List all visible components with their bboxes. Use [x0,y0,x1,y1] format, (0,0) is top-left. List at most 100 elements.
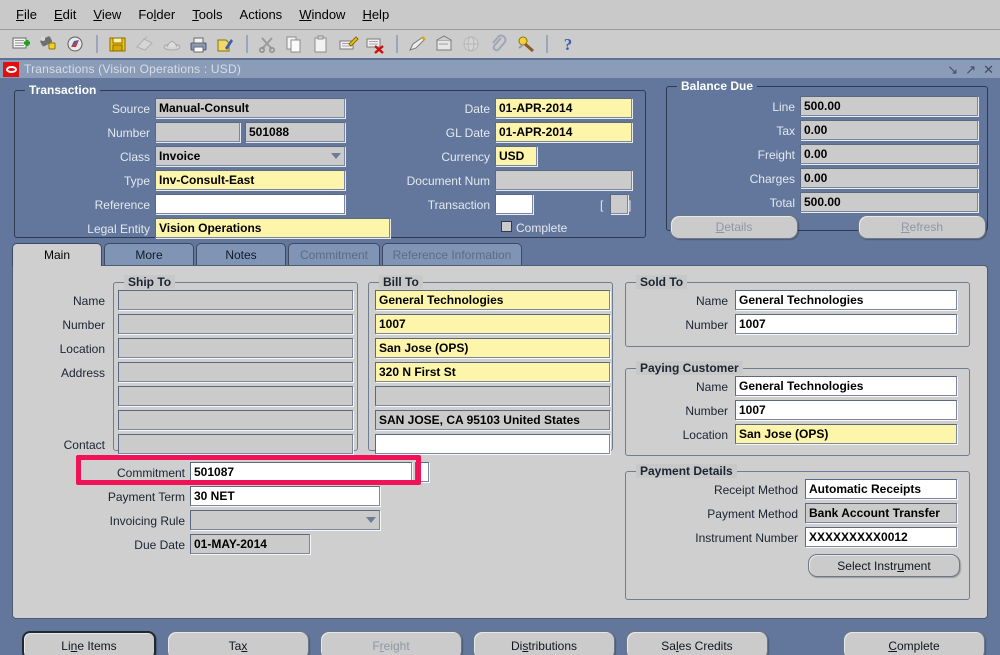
balance-freight-field[interactable]: 0.00 [800,144,978,164]
tab-main[interactable]: Main [12,243,102,266]
document-num-field[interactable] [495,170,632,190]
window-title: Transactions (Vision Operations : USD) [24,62,242,76]
edit-field-icon[interactable] [406,32,430,56]
date-field[interactable]: 01-APR-2014 [495,98,632,118]
number-field[interactable]: 501088 [245,122,345,142]
sold-to-name-label: Name [695,294,728,308]
ship-to-contact-field[interactable] [118,434,353,454]
line-items-button[interactable]: Line Items [22,631,156,655]
new-record-icon[interactable] [10,32,34,56]
bill-to-address-field-1[interactable]: 320 N First St [375,362,610,382]
ship-to-address-field-3[interactable] [118,410,353,430]
sold-to-number-field[interactable]: 1007 [735,314,957,334]
legal-entity-field[interactable]: Vision Operations [155,218,390,238]
menu-view[interactable]: View [85,5,129,24]
menu-folder[interactable]: Folder [130,5,183,24]
find-icon[interactable] [37,32,61,56]
number-prefix-field[interactable] [155,122,240,142]
maximize-button[interactable]: ↗ [965,63,976,76]
menu-help[interactable]: Help [354,5,397,24]
zoom-icon[interactable] [433,32,457,56]
close-button[interactable]: ✕ [983,63,994,76]
details-button[interactable]: Details [670,215,798,239]
balance-tax-field[interactable]: 0.00 [800,120,978,140]
switch-responsibility-icon[interactable] [160,32,184,56]
sold-to-group: Sold To [625,275,970,347]
freight-button[interactable]: Freight [320,631,462,655]
commitment-field[interactable]: 501087 [190,462,412,482]
distributions-button[interactable]: Distributions [473,631,615,655]
bill-to-address-field-2[interactable] [375,386,610,406]
window-title-bar[interactable]: Transactions (Vision Operations : USD) ↘… [0,60,1000,78]
show-navigator-icon[interactable] [64,32,88,56]
paying-customer-number-field[interactable]: 1007 [735,400,957,420]
menu-edit[interactable]: Edit [46,5,84,24]
transaction-flex-descriptive[interactable] [610,194,628,214]
balance-line-field[interactable]: 500.00 [800,96,978,116]
save-icon[interactable] [106,32,130,56]
tab-commitment[interactable]: Commitment [288,243,380,265]
ship-to-number-field[interactable] [118,314,353,334]
transaction-flexfield[interactable] [495,194,533,214]
refresh-button[interactable]: Refresh [858,215,986,239]
copy-icon[interactable] [283,32,307,56]
minimize-button[interactable]: ↘ [947,63,958,76]
invoicing-rule-dropdown[interactable] [190,510,380,530]
next-step-icon[interactable] [133,32,157,56]
menu-window[interactable]: Window [291,5,353,24]
reference-field[interactable] [155,194,345,214]
class-dropdown[interactable]: Invoice [155,146,345,166]
bill-to-number-field[interactable]: 1007 [375,314,610,334]
menu-file[interactable]: File [8,5,45,24]
currency-label: Currency [441,150,490,164]
currency-field[interactable]: USD [495,146,537,166]
sales-credits-button[interactable]: Sales Credits [626,631,768,655]
complete-button[interactable]: Complete [843,631,985,655]
tax-button[interactable]: Tax [167,631,309,655]
ship-to-address-label: Address [60,366,105,380]
print-icon[interactable] [187,32,211,56]
balance-total-field[interactable]: 500.00 [800,192,978,212]
source-field[interactable]: Manual-Consult [155,98,345,118]
ship-to-number-label: Number [62,318,105,332]
folder-tools-icon[interactable] [514,32,538,56]
close-form-icon[interactable] [214,32,238,56]
tab-notes[interactable]: Notes [196,243,286,265]
ship-to-location-field[interactable] [118,338,353,358]
bill-to-contact-field[interactable] [375,434,610,454]
tab-reference-information[interactable]: Reference Information [382,243,522,265]
payment-term-field[interactable]: 30 NET [190,486,380,506]
ship-to-group-title: Ship To [124,275,176,289]
tab-more[interactable]: More [104,243,194,265]
bill-to-address-field-3[interactable]: SAN JOSE, CA 95103 United States [375,410,610,430]
due-date-field[interactable]: 01-MAY-2014 [190,534,310,554]
paste-icon[interactable] [310,32,334,56]
clear-record-icon[interactable] [337,32,361,56]
paying-customer-name-field[interactable]: General Technologies [735,376,957,396]
reference-label: Reference [94,198,150,212]
select-instrument-button[interactable]: Select Instrument [808,554,960,577]
complete-checkbox[interactable] [501,221,512,232]
bill-to-location-field[interactable]: San Jose (OPS) [375,338,610,358]
menu-tools[interactable]: Tools [184,5,230,24]
ship-to-name-field[interactable] [118,290,353,310]
ship-to-address-field-1[interactable] [118,362,353,382]
type-field[interactable]: Inv-Consult-East [155,170,345,190]
delete-record-icon[interactable] [364,32,388,56]
sold-to-name-field[interactable]: General Technologies [735,290,957,310]
menu-actions[interactable]: Actions [232,5,291,24]
receipt-method-field[interactable]: Automatic Receipts [805,479,957,499]
ship-to-address-field-2[interactable] [118,386,353,406]
commitment-lov-button[interactable] [415,462,429,482]
instrument-number-field[interactable]: XXXXXXXXX0012 [805,527,957,547]
bill-to-name-field[interactable]: General Technologies [375,290,610,310]
paying-customer-location-field[interactable]: San Jose (OPS) [735,424,957,444]
translations-icon[interactable] [460,32,484,56]
help-icon[interactable]: ? [556,32,580,56]
balance-charges-field[interactable]: 0.00 [800,168,978,188]
attachment-icon[interactable] [487,32,511,56]
balance-due-group-title: Balance Due [677,79,758,93]
gl-date-field[interactable]: 01-APR-2014 [495,122,632,142]
cut-icon[interactable] [256,32,280,56]
payment-method-field[interactable]: Bank Account Transfer [805,503,957,523]
